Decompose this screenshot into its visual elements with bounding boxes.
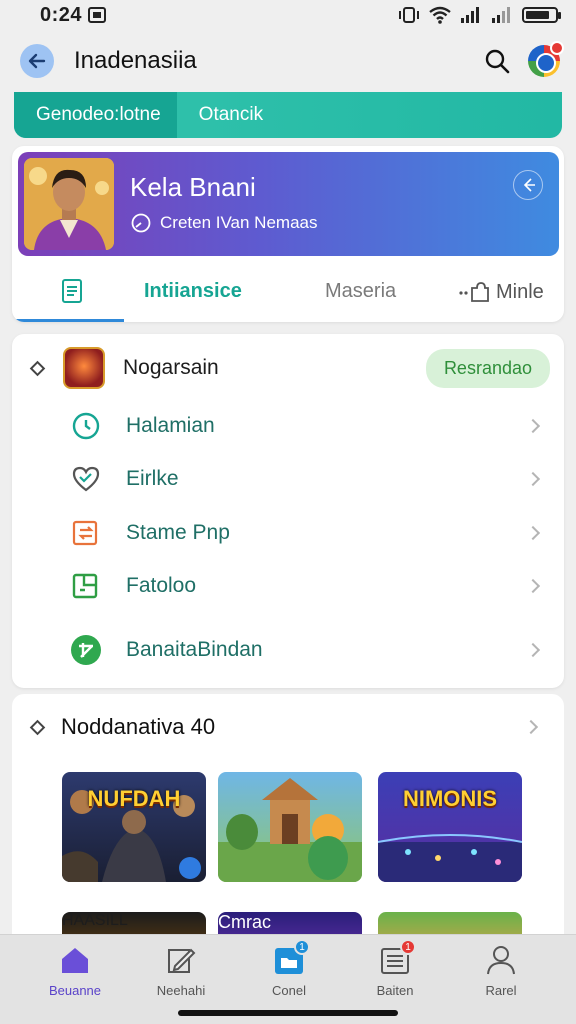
- nav-label: Beuanne: [48, 983, 102, 998]
- person-icon: [484, 943, 518, 977]
- game-thumb-1[interactable]: NUFDAH: [62, 772, 206, 882]
- wifi-icon: [429, 6, 451, 24]
- puzzle-icon: [70, 570, 102, 602]
- avatar-illustration: [24, 158, 114, 250]
- notification-icon: [88, 7, 107, 23]
- nav-badge: 1: [294, 939, 310, 955]
- game-art: [218, 778, 362, 882]
- puzzle-icon: [459, 282, 489, 302]
- timer-icon: [131, 213, 151, 233]
- nav-label: Neehahi: [156, 983, 206, 998]
- page-title: Inadenasiia: [74, 47, 197, 74]
- profile-tabs: Intiiansice Maseria Minle: [12, 258, 564, 322]
- banner-segment-2[interactable]: Otancik: [177, 92, 285, 138]
- swap-icon: [70, 517, 102, 549]
- game-logo-icon: [63, 347, 105, 389]
- list-item-halamian[interactable]: Halamian: [70, 406, 544, 446]
- list-item-fatoloo[interactable]: Fatoloo: [70, 566, 544, 606]
- tab-document[interactable]: [60, 278, 84, 304]
- list-item-label: Fatoloo: [126, 574, 197, 597]
- profile-name: Kela Bnani: [130, 172, 256, 202]
- chevron-right-icon: [525, 418, 541, 434]
- profile-banner: Kela Bnani Creten IVan Nemaas: [18, 152, 559, 256]
- home-indicator[interactable]: [178, 1010, 398, 1016]
- recommend-pill-button[interactable]: Resrandao: [425, 348, 550, 388]
- grid-icon: [70, 634, 102, 666]
- game-thumb-title: NIMONIS: [402, 786, 498, 811]
- game-thumb-title: NUFDAH: [87, 786, 181, 811]
- banner-segment-1[interactable]: Genodeo:lotne: [14, 92, 177, 138]
- games-title: Noddanativa 40: [61, 714, 216, 739]
- list-item-label: Eirlke: [126, 467, 179, 490]
- game-thumb-title: HAASILL: [62, 912, 128, 929]
- profile-picture[interactable]: [24, 158, 114, 250]
- app-bar: Inadenasiia: [0, 32, 576, 90]
- status-time: 0:24: [40, 3, 83, 26]
- back-button[interactable]: [20, 44, 54, 78]
- heart-icon: [70, 463, 102, 495]
- signal-2-icon: [492, 7, 510, 23]
- list-item-eirlke[interactable]: Eirlke: [70, 459, 544, 499]
- nav-edit[interactable]: Neehahi: [136, 943, 226, 998]
- folder-icon: 1: [272, 939, 310, 977]
- news-icon: 1: [378, 939, 416, 977]
- document-icon: [62, 279, 82, 303]
- clock-icon: [70, 410, 102, 442]
- nav-news[interactable]: 1 Baiten: [350, 939, 440, 998]
- chevron-right-icon: [525, 471, 541, 487]
- menu-title: Nogarsain: [123, 356, 219, 379]
- vibrate-icon: [399, 7, 419, 23]
- diamond-icon: [29, 360, 46, 376]
- menu-header: Nogarsain Resrandao: [29, 347, 550, 389]
- profile-share-button[interactable]: [513, 170, 543, 200]
- list-item-label: BanaitaBindan: [126, 638, 263, 661]
- nav-badge: 1: [400, 939, 416, 955]
- nav-profile[interactable]: Rarel: [456, 943, 546, 998]
- arrow-left-icon: [28, 53, 46, 69]
- nav-label: Rarel: [485, 983, 517, 998]
- nav-label: Baiten: [376, 983, 414, 998]
- menu-card: Nogarsain Resrandao Halamian Eirlke Stam…: [12, 334, 564, 688]
- profile-subtitle: Creten IVan Nemaas: [160, 213, 318, 232]
- tab-overview[interactable]: Intiiansice: [144, 280, 242, 303]
- game-thumb-3[interactable]: NIMONIS: [378, 772, 522, 882]
- search-icon: [485, 49, 510, 74]
- tab-more[interactable]: Minle: [458, 280, 544, 304]
- diamond-icon: [29, 719, 46, 735]
- chevron-right-icon: [525, 578, 541, 594]
- chevron-right-icon: [523, 719, 539, 735]
- edit-icon: [164, 943, 198, 977]
- chevron-right-icon: [525, 642, 541, 658]
- nav-folder[interactable]: 1 Conel: [244, 939, 334, 998]
- nav-home[interactable]: Beuanne: [30, 943, 120, 998]
- battery-icon: [522, 7, 561, 23]
- account-avatar[interactable]: [528, 41, 564, 77]
- profile-subtitle-row: Creten IVan Nemaas: [130, 212, 317, 234]
- games-header[interactable]: Noddanativa 40: [29, 710, 542, 744]
- share-icon: [523, 178, 535, 192]
- game-thumb-2[interactable]: [218, 772, 362, 882]
- list-item-banaitabindan[interactable]: BanaitaBindan: [70, 630, 544, 670]
- tab-material[interactable]: Maseria: [325, 280, 396, 303]
- tab-more-label: Minle: [496, 280, 544, 303]
- list-item-label: Halamian: [126, 414, 215, 437]
- list-item-stame-pnp[interactable]: Stame Pnp: [70, 513, 544, 553]
- nav-label: Conel: [272, 983, 306, 998]
- chevron-right-icon: [525, 525, 541, 541]
- signal-icon: [461, 7, 479, 23]
- search-button[interactable]: [480, 44, 514, 78]
- profile-card: Kela Bnani Creten IVan Nemaas Intiiansic…: [12, 146, 564, 322]
- game-thumb-title: Cmrac: [218, 912, 271, 932]
- games-section: Noddanativa 40 NUFDAH NIMONIS HAASILL Cm…: [12, 694, 564, 954]
- home-icon: [58, 943, 92, 977]
- status-bar: 0:24: [0, 0, 576, 30]
- category-banner: Genodeo:lotne Otancik: [14, 92, 562, 138]
- tab-active-indicator: [12, 319, 124, 322]
- notification-dot: [550, 41, 564, 55]
- list-item-label: Stame Pnp: [126, 521, 230, 544]
